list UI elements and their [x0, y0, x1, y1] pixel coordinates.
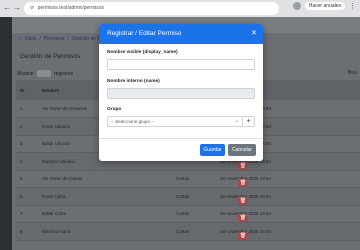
group-label: Grupo	[107, 107, 122, 112]
cell-group: Cartas	[172, 170, 216, 188]
table-row: 5 Ver Panel de Cartas Cartas 28 noviembr…	[16, 170, 360, 188]
col-id[interactable]: ID	[16, 80, 38, 100]
modal-title: Registrar / Editar Permiso	[107, 30, 182, 37]
delete-button[interactable]: 🗑	[238, 232, 248, 240]
cell-name: Ver Panel de Usuarios	[38, 100, 102, 118]
display-name-input[interactable]	[107, 59, 255, 70]
search-label: Bus	[348, 70, 357, 76]
entries-label: registros	[53, 70, 74, 77]
entries-length-control: Mostrar registros	[17, 70, 73, 77]
lock-icon: ⊘	[30, 5, 35, 11]
cell-name: Eliminar Usuario	[38, 152, 102, 171]
back-icon[interactable]: ←	[3, 3, 11, 13]
close-icon[interactable]: ✕	[251, 29, 257, 37]
browser-toolbar: ← → ⊘ permisos.test/admin/permisos Hacer…	[0, 0, 360, 17]
breadcrumb-sep: /	[67, 36, 69, 42]
sidebar	[0, 17, 12, 250]
cell-id: 4	[16, 152, 38, 171]
show-label: Mostrar	[17, 70, 34, 77]
delete-button[interactable]: 🗑	[238, 197, 248, 205]
entries-select[interactable]	[36, 70, 51, 77]
table-row: 8 Eliminar Carta Cartas 28 noviembre 202…	[16, 222, 360, 241]
cell-id: 8	[16, 222, 38, 241]
internal-name-input[interactable]	[107, 88, 255, 99]
address-bar[interactable]: ⊘ permisos.test/admin/permisos	[24, 2, 279, 15]
cell-id: 2	[16, 117, 38, 136]
forward-icon[interactable]: →	[13, 3, 21, 13]
cancel-button[interactable]: Cancelar	[228, 144, 256, 156]
breadcrumb-permisos[interactable]: Permisos	[44, 36, 65, 42]
group-select-value: -- Seleccione grupo --	[111, 119, 155, 124]
save-button[interactable]: Guardar	[200, 144, 225, 156]
cell-group: Cartas	[172, 205, 216, 223]
table-row: 7 Editar Carta Cartas 28 noviembre 2025 …	[16, 205, 360, 223]
modal-header: Registrar / Editar Permiso ✕	[99, 24, 263, 44]
cell-id: 3	[16, 135, 38, 153]
table-row: 6 Crear Carta Cartas 28 noviembre 2025 1…	[16, 187, 360, 206]
breadcrumb-home[interactable]: Inicio	[25, 36, 37, 42]
cell-name: Ver Panel de Cartas	[38, 170, 102, 188]
cell-group: Cartas	[172, 187, 216, 206]
add-group-button[interactable]: +	[243, 116, 255, 127]
cell-name: Editar Usuario	[38, 135, 102, 153]
modal-divider	[99, 138, 263, 139]
group-select[interactable]: -- Seleccione grupo -- ⌄	[107, 116, 243, 127]
cell-id: 5	[16, 170, 38, 188]
page-title: Gestión de Permisos	[20, 53, 81, 60]
delete-button[interactable]: 🗑	[238, 162, 248, 170]
cell-id: 6	[16, 187, 38, 206]
cell-name: Crear Carta	[38, 187, 102, 206]
cell-name: Eliminar Carta	[38, 222, 102, 241]
breadcrumb-sep: /	[39, 36, 41, 42]
home-icon: ⌂	[18, 36, 22, 42]
delete-button[interactable]: 🗑	[238, 179, 248, 187]
chevron-down-icon: ⌄	[234, 118, 239, 124]
cell-id: 7	[16, 205, 38, 223]
col-name[interactable]: Nombre	[38, 80, 102, 100]
cell-group: Cartas	[172, 222, 216, 241]
cell-name: Crear Usuario	[38, 117, 102, 136]
profile-icon[interactable]	[292, 2, 301, 10]
display-name-label: Nombre visible (display_name)	[107, 50, 178, 55]
delete-button[interactable]: 🗑	[238, 214, 248, 222]
guest-button[interactable]: Hacer anuales	[304, 2, 345, 10]
internal-name-label: Nombre interno (name)	[107, 79, 160, 84]
cell-id: 1	[16, 100, 38, 118]
url-text: permisos.test/admin/permisos	[37, 5, 105, 11]
menu-icon[interactable]: ⋮	[349, 2, 356, 10]
cell-name: Editar Carta	[38, 205, 102, 223]
